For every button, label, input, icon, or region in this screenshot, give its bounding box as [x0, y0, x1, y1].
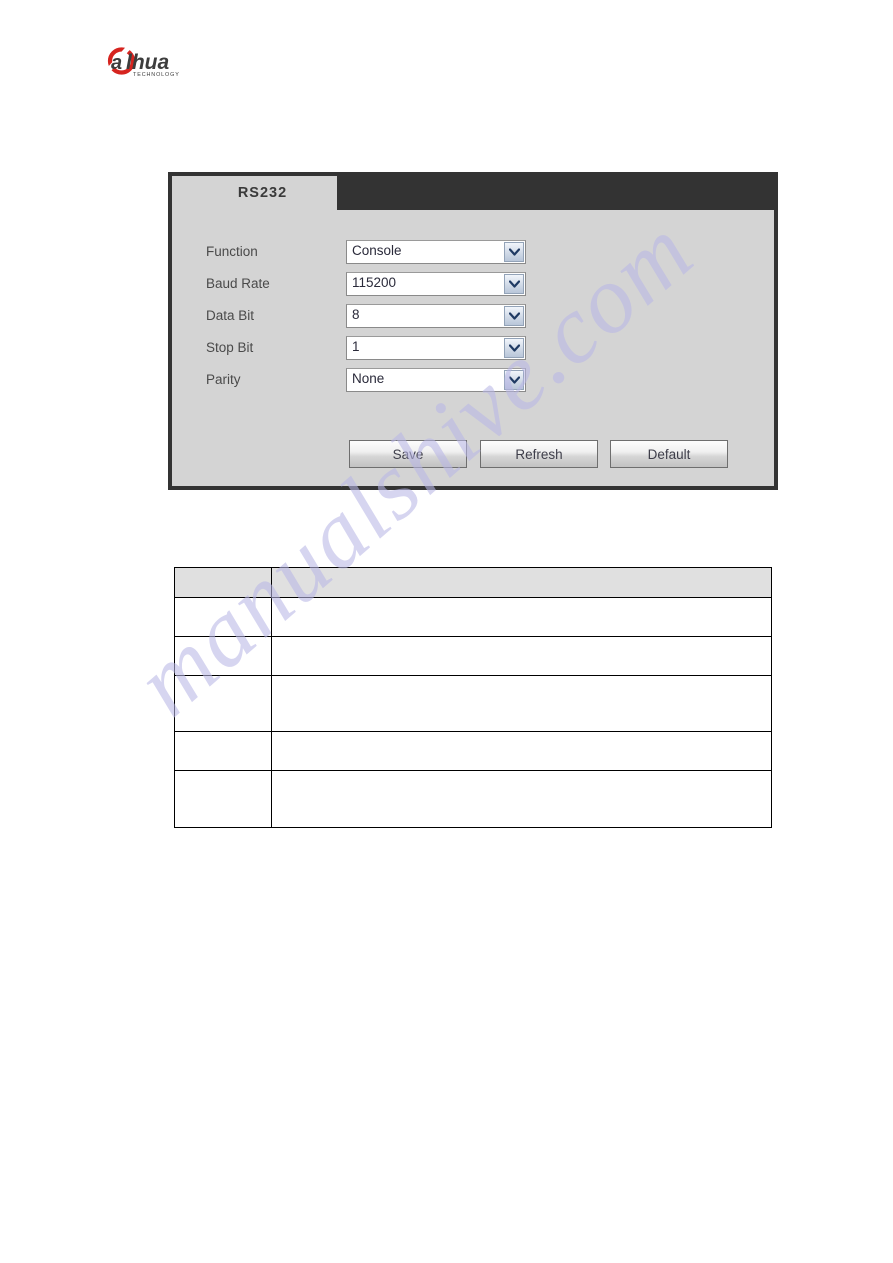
action-button-row: Save Refresh Default — [172, 440, 774, 470]
label-baud-rate: Baud Rate — [206, 276, 270, 291]
chevron-down-icon[interactable] — [504, 370, 524, 390]
table-cell-description — [271, 770, 772, 828]
parameter-description-table — [174, 567, 772, 828]
select-baud-rate-value: 115200 — [352, 275, 397, 290]
chevron-down-icon[interactable] — [504, 306, 524, 326]
table-header-row — [174, 567, 772, 598]
chevron-down-icon[interactable] — [504, 338, 524, 358]
table-header-description — [271, 567, 772, 598]
logo-letter-a: a — [111, 52, 122, 74]
select-stop-bit-value: 1 — [352, 339, 360, 354]
table-cell-parameter — [174, 636, 272, 676]
panel-header-bar: RS232 — [172, 176, 774, 210]
form-row-function: Function Console — [172, 240, 774, 272]
table-cell-description — [271, 597, 772, 637]
label-function: Function — [206, 244, 258, 259]
table-cell-description — [271, 675, 772, 732]
form-row-baud-rate: Baud Rate 115200 — [172, 272, 774, 304]
chevron-down-icon[interactable] — [504, 242, 524, 262]
select-data-bit-value: 8 — [352, 307, 360, 322]
table-cell-parameter — [174, 597, 272, 637]
select-baud-rate[interactable]: 115200 — [346, 272, 526, 296]
table-cell-parameter — [174, 731, 272, 771]
save-button[interactable]: Save — [349, 440, 467, 468]
form-row-stop-bit: Stop Bit 1 — [172, 336, 774, 368]
table-header-parameter — [174, 567, 272, 598]
table-cell-description — [271, 636, 772, 676]
table-row — [174, 597, 772, 637]
logo-wordmark: lhua — [126, 51, 169, 74]
table-row — [174, 770, 772, 828]
select-parity-value: None — [352, 371, 385, 386]
form-row-parity: Parity None — [172, 368, 774, 400]
label-stop-bit: Stop Bit — [206, 340, 254, 355]
table-cell-parameter — [174, 770, 272, 828]
select-function[interactable]: Console — [346, 240, 526, 264]
panel-body: Function Console Baud Rate 115200 Data B… — [172, 210, 774, 486]
table-cell-description — [271, 731, 772, 771]
select-function-value: Console — [352, 243, 402, 258]
tab-rs232[interactable]: RS232 — [172, 176, 337, 210]
dahua-logo-svg: a lhua TECHNOLOGY — [103, 45, 180, 78]
refresh-button[interactable]: Refresh — [480, 440, 598, 468]
table-body — [174, 597, 772, 828]
table-row — [174, 675, 772, 732]
select-stop-bit[interactable]: 1 — [346, 336, 526, 360]
table-row — [174, 731, 772, 771]
label-parity: Parity — [206, 372, 241, 387]
label-data-bit: Data Bit — [206, 308, 255, 323]
select-data-bit[interactable]: 8 — [346, 304, 526, 328]
chevron-down-icon[interactable] — [504, 274, 524, 294]
default-button[interactable]: Default — [610, 440, 728, 468]
rs232-config-panel: RS232 Function Console Baud Rate 115200 … — [168, 172, 778, 490]
table-cell-parameter — [174, 675, 272, 732]
select-parity[interactable]: None — [346, 368, 526, 392]
form-row-data-bit: Data Bit 8 — [172, 304, 774, 336]
logo-tagline: TECHNOLOGY — [133, 72, 180, 78]
dahua-logo: a lhua TECHNOLOGY — [99, 43, 195, 79]
table-row — [174, 636, 772, 676]
